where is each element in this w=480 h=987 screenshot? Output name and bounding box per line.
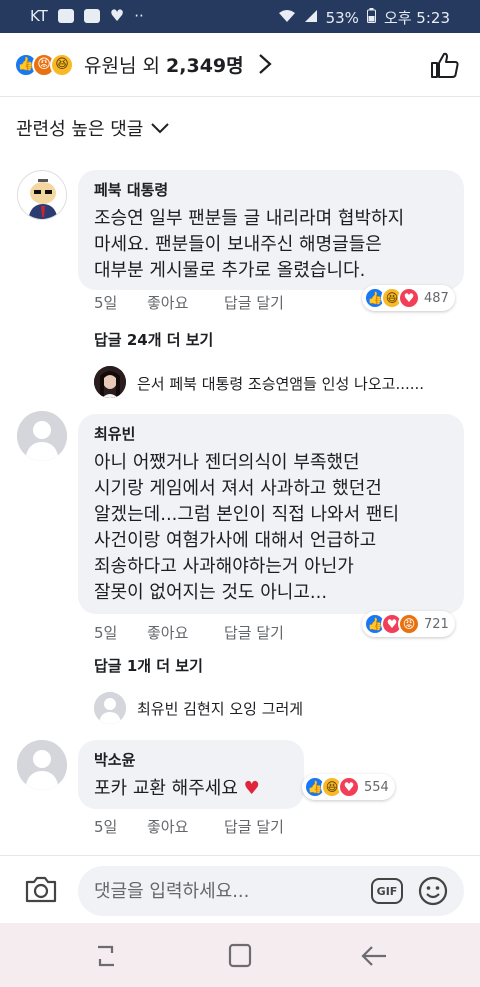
gallery-notification-icon bbox=[83, 9, 100, 23]
comment-sort-dropdown[interactable]: 관련성 높은 댓글 bbox=[16, 115, 170, 141]
gif-button[interactable]: GIF bbox=[371, 878, 403, 904]
haha-reaction-icon: 😆 bbox=[50, 52, 74, 77]
comment-author[interactable]: 최유빈 bbox=[94, 423, 450, 444]
reply-preview-text[interactable]: 은서 페북 대통령 조승연앰들 인성 나오고...... bbox=[137, 373, 424, 394]
view-more-replies-link[interactable]: 답글 1개 더 보기 bbox=[94, 655, 203, 676]
comment-time: 5일 bbox=[94, 624, 118, 642]
clock: 오후 5:23 bbox=[383, 9, 450, 27]
reaction-count-pill-1[interactable]: 👍 😆 ♥ 487 bbox=[362, 285, 455, 311]
more-notifications-icon: ·· bbox=[134, 7, 144, 25]
chevron-right-icon[interactable] bbox=[258, 53, 272, 81]
comment-text: 아니 어쨌거나 젠더의식이 부족했던 시기랑 게임에서 져서 사과하고 했던건 … bbox=[94, 452, 400, 603]
reactions-summary-link[interactable]: 👍 😡 😆 유원님 외 2,349명 bbox=[14, 51, 244, 78]
reply-button[interactable]: 답글 달기 bbox=[224, 292, 284, 313]
emoji-icon[interactable] bbox=[418, 876, 448, 906]
battery-icon bbox=[366, 8, 376, 27]
sort-label: 관련성 높은 댓글 bbox=[16, 119, 144, 140]
camera-icon[interactable] bbox=[24, 874, 58, 904]
avatar-comment-1[interactable] bbox=[17, 170, 67, 220]
back-icon[interactable] bbox=[360, 943, 388, 969]
talk-notification-icon bbox=[57, 9, 74, 23]
reply-button[interactable]: 답글 달기 bbox=[224, 622, 284, 643]
reaction-count: 721 bbox=[424, 616, 449, 632]
comment-time: 5일 bbox=[94, 294, 118, 312]
reaction-count-pill-3[interactable]: 👍 😆 ♥ 554 bbox=[302, 774, 395, 800]
comment-bubble-2[interactable]: 최유빈 아니 어쨌거나 젠더의식이 부족했던 시기랑 게임에서 져서 사과하고 … bbox=[78, 414, 464, 614]
comment-author[interactable]: 박소윤 bbox=[94, 749, 290, 770]
reply-avatar-2[interactable] bbox=[94, 692, 126, 724]
reply-preview-text[interactable]: 최유빈 김현지 오잉 그러게 bbox=[137, 698, 303, 719]
reactions-header: 👍 😡 😆 유원님 외 2,349명 bbox=[0, 33, 480, 97]
reacted-summary: 유원님 외 2,349명 bbox=[84, 55, 244, 77]
comment-time: 5일 bbox=[94, 818, 118, 836]
view-more-replies-link[interactable]: 답글 24개 더 보기 bbox=[94, 329, 213, 350]
signal-icon bbox=[304, 9, 318, 27]
like-button[interactable]: 좋아요 bbox=[147, 292, 188, 313]
comment-composer: GIF bbox=[0, 855, 480, 923]
recent-apps-icon[interactable] bbox=[92, 943, 120, 969]
reaction-count-pill-2[interactable]: 👍 ♥ 😡 721 bbox=[362, 611, 455, 637]
avatar-comment-2[interactable] bbox=[17, 411, 67, 461]
home-icon[interactable] bbox=[226, 943, 254, 969]
comment-input-box[interactable]: GIF bbox=[78, 866, 464, 916]
like-outline-icon[interactable] bbox=[430, 51, 460, 79]
like-button[interactable]: 좋아요 bbox=[147, 622, 188, 643]
reply-avatar-1[interactable] bbox=[94, 366, 126, 398]
reply-button[interactable]: 답글 달기 bbox=[224, 816, 284, 837]
reaction-count: 487 bbox=[424, 290, 449, 306]
status-bar: KT ♥ ·· 53% 오후 5:23 bbox=[0, 0, 480, 33]
love-reaction-icon: ♥ bbox=[338, 776, 360, 798]
angry-reaction-icon: 😡 bbox=[398, 613, 420, 635]
reaction-count: 554 bbox=[364, 779, 389, 795]
red-heart-emoji-icon: ♥ bbox=[243, 778, 260, 799]
comment-text: 조승연 일부 팬분들 글 내리라며 협박하지 마세요. 팬분들이 보내주신 해명… bbox=[94, 208, 405, 281]
comment-author[interactable]: 페북 대통령 bbox=[94, 179, 450, 200]
avatar-comment-3[interactable] bbox=[17, 740, 67, 790]
wifi-icon bbox=[278, 9, 296, 27]
carrier-label: KT bbox=[30, 7, 48, 25]
battery-percent: 53% bbox=[325, 8, 359, 27]
comment-text: 포카 교환 해주세요 ♥ bbox=[94, 778, 260, 799]
comment-bubble-1[interactable]: 페북 대통령 조승연 일부 팬분들 글 내리라며 협박하지 마세요. 팬분들이 … bbox=[78, 170, 464, 290]
love-reaction-icon: ♥ bbox=[398, 287, 420, 309]
heart-notification-icon: ♥ bbox=[109, 6, 125, 25]
comment-input[interactable] bbox=[94, 866, 364, 916]
comment-bubble-3[interactable]: 박소윤 포카 교환 해주세요 ♥ bbox=[78, 740, 304, 809]
like-button[interactable]: 좋아요 bbox=[147, 816, 188, 837]
chevron-down-icon bbox=[151, 123, 170, 134]
system-nav-bar bbox=[0, 923, 480, 987]
